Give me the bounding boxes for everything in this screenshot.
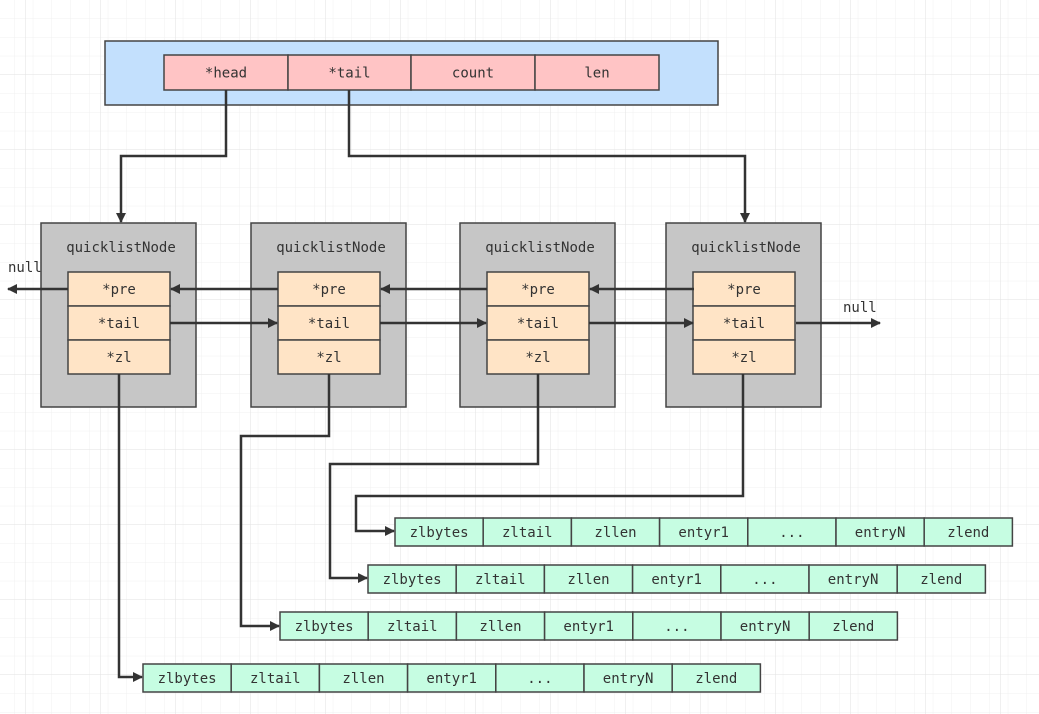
quicklist-diagram: *head *tail count len quicklistNode *pre *tail… [0,0,1039,714]
node-field-label: *tail [517,316,559,332]
ziplist-field-label: zlbytes [158,671,217,687]
ziplist-field-label: entyr1 [678,525,729,541]
ziplist-field-label: zllen [479,619,521,635]
ziplist-field-label: entryN [828,572,879,588]
node-title: quicklistNode [276,240,386,256]
quicklist-field-label: *tail [328,66,370,82]
ziplist-field-label: zlend [947,525,989,541]
null-label-right: null [843,300,877,316]
ziplist-field-label: zlend [695,671,737,687]
node-title: quicklistNode [691,240,801,256]
ziplist-field-label: ... [664,619,689,635]
node-field-label: *pre [102,282,136,298]
node-field-label: *tail [98,316,140,332]
ziplist-field-label: zlbytes [410,525,469,541]
ziplist-field-label: entryN [855,525,906,541]
node-field-label: *tail [308,316,350,332]
ziplist-field-label: zlbytes [295,619,354,635]
node-field-label: *pre [727,282,761,298]
node-field-label: *pre [312,282,346,298]
node-field-label: *pre [521,282,555,298]
ziplist-field-label: entryN [603,671,654,687]
quicklist-field-label: *head [205,66,247,82]
node-field-label: *zl [106,350,131,366]
ziplist-field-label: ... [527,671,552,687]
null-label-left: null [8,260,42,276]
quicklist-field-label: len [584,66,609,82]
node-field-label: *zl [316,350,341,366]
node-field-label: *zl [731,350,756,366]
ziplist-field-label: ... [779,525,804,541]
ziplist-field-label: zltail [387,619,438,635]
node-field-label: *tail [723,316,765,332]
ziplist-field-label: zltail [475,572,526,588]
ziplist-field-label: zllen [594,525,636,541]
ziplist-field-label: entryN [740,619,791,635]
ziplist-field-label: ... [752,572,777,588]
ziplist-field-label: entyr1 [426,671,477,687]
node-title: quicklistNode [485,240,595,256]
ziplist-field-label: zltail [250,671,301,687]
quicklist-field-label: count [452,66,494,82]
ziplist-field-label: zlend [920,572,962,588]
ziplist-field-label: entyr1 [651,572,702,588]
ziplist-field-label: zlbytes [383,572,442,588]
ziplist-field-label: zllen [567,572,609,588]
node-title: quicklistNode [66,240,176,256]
ziplist-field-label: zltail [502,525,553,541]
ziplist-field-label: zllen [342,671,384,687]
ziplist-field-label: entyr1 [563,619,614,635]
ziplist-field-label: zlend [832,619,874,635]
node-field-label: *zl [525,350,550,366]
